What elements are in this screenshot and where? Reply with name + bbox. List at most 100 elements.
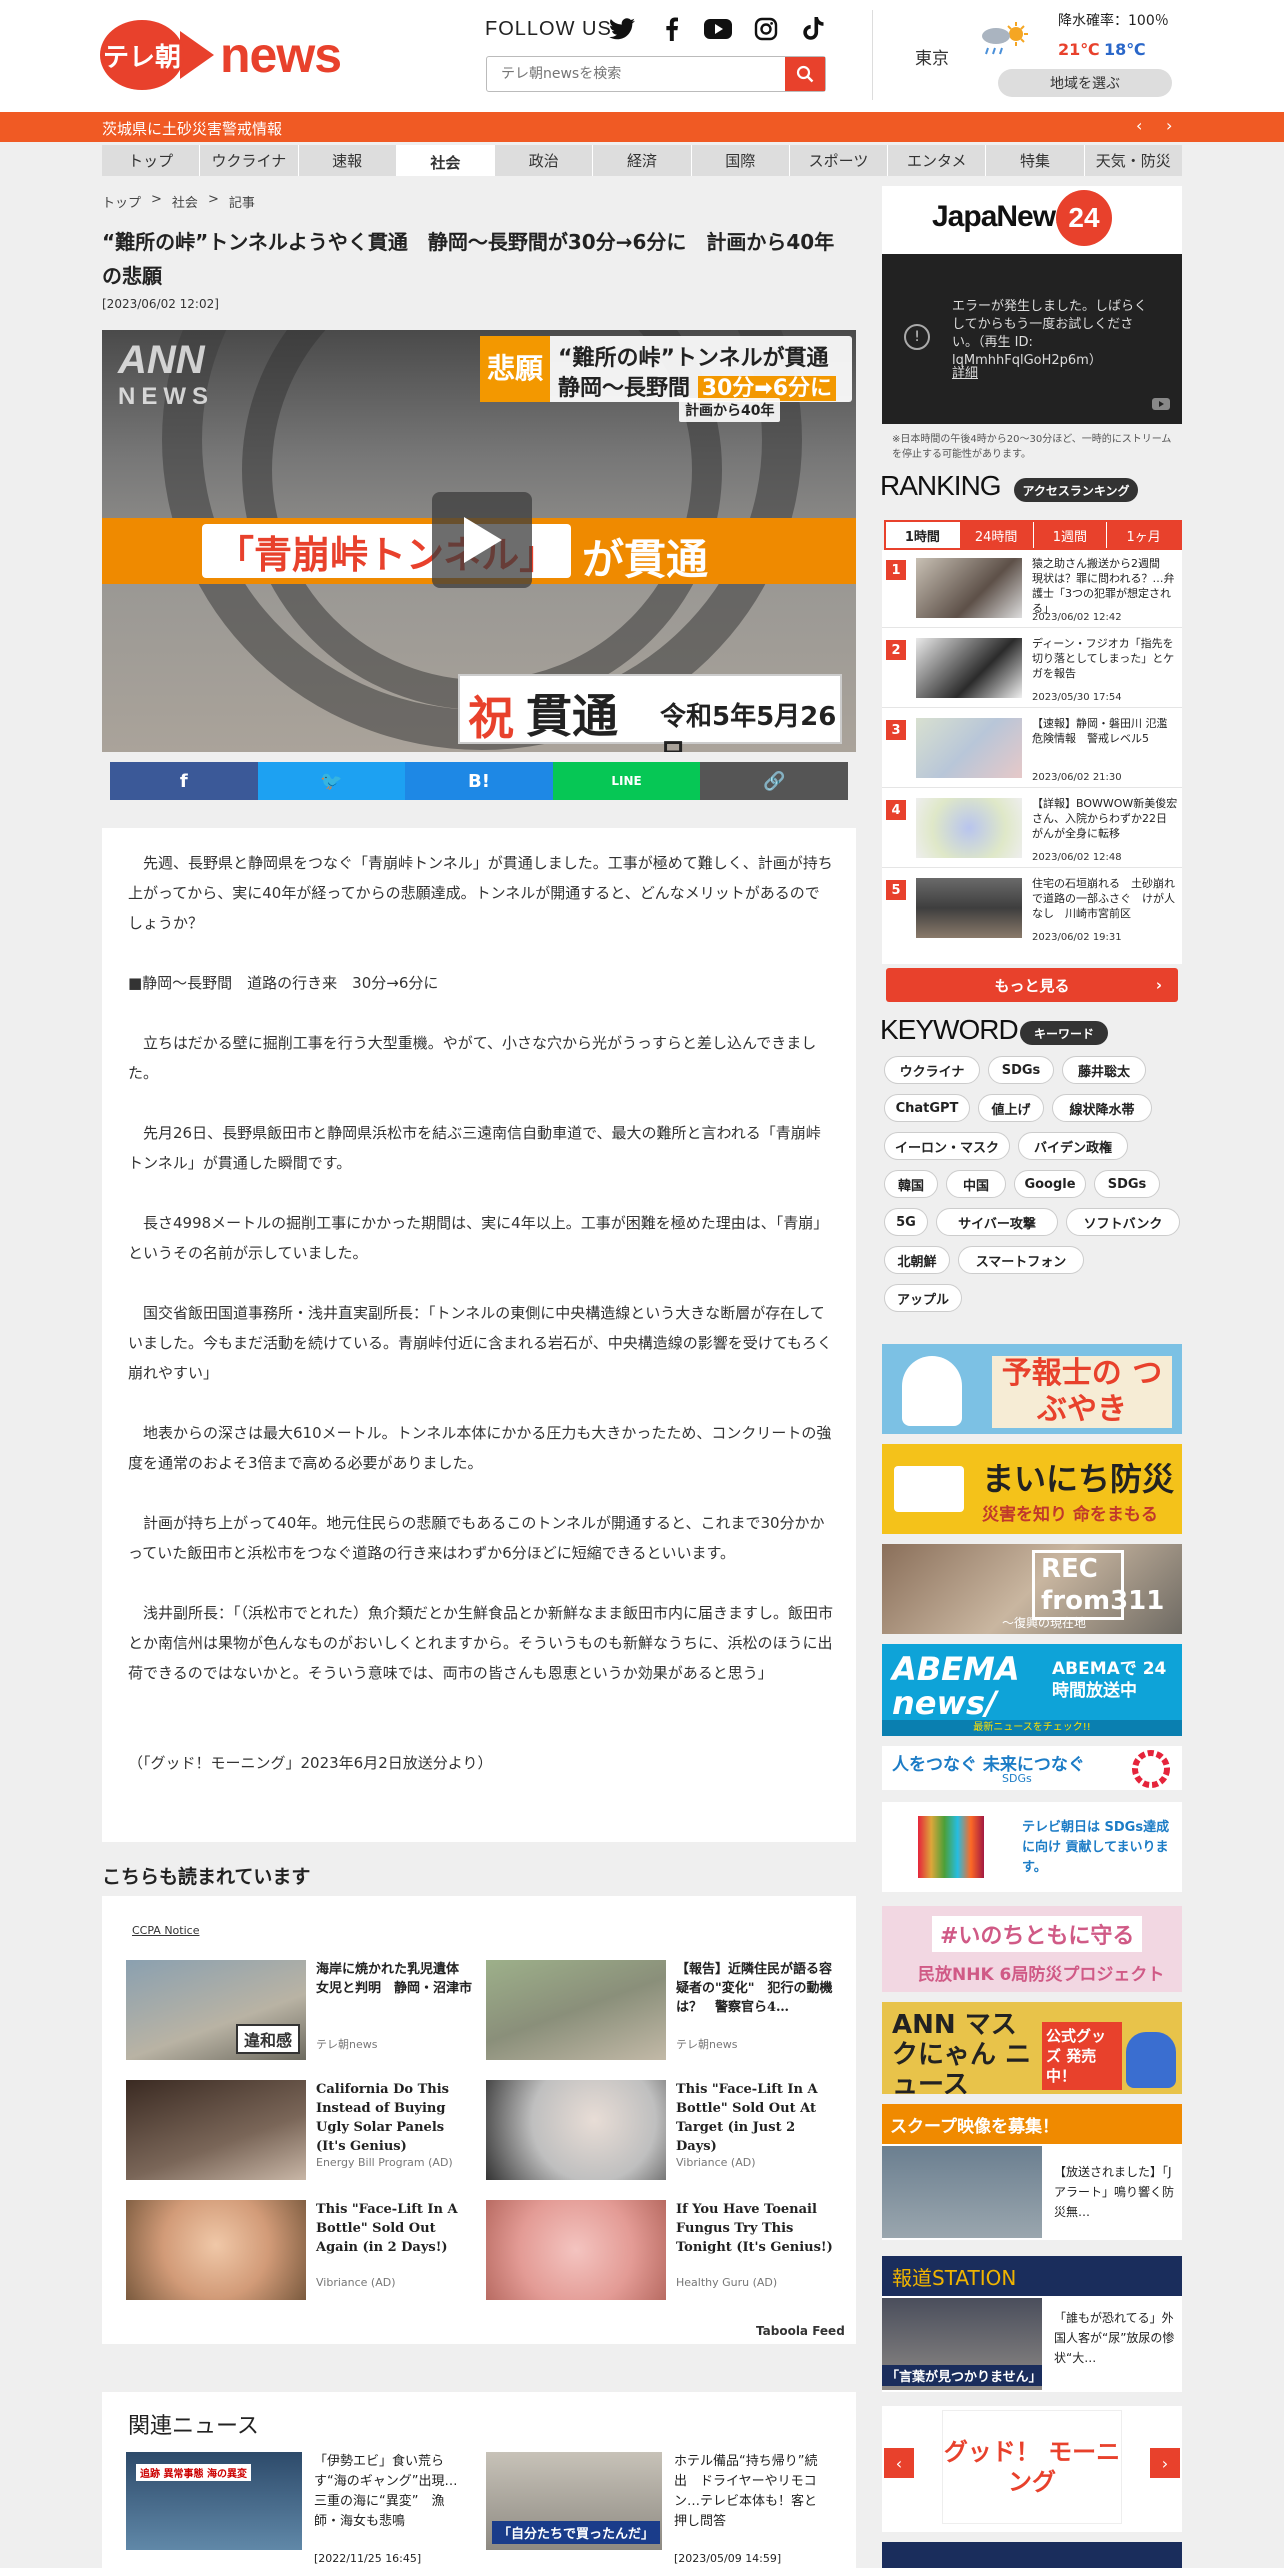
twitter-icon[interactable] (608, 16, 636, 42)
keyword-tag[interactable]: 値上げ (978, 1094, 1044, 1122)
taboola-feed-link[interactable]: Taboola Feed (756, 2324, 845, 2338)
error-detail-link[interactable]: 詳細 (952, 362, 978, 381)
chevron-right-icon: › (1155, 976, 1162, 994)
ranking-more-button[interactable]: もっと見る › (886, 968, 1178, 1002)
ranking-pill: アクセスランキング (1014, 478, 1138, 502)
nav-item-society[interactable]: 社会 (396, 145, 496, 176)
keyword-tag[interactable]: スマートフォン (958, 1246, 1084, 1274)
nav-item-features[interactable]: 特集 (986, 145, 1085, 176)
recommended-card[interactable]: 【報告】近隣住民が語る容疑者の"変化" 犯行の動機は？ 警察官ら4… テレ朝ne… (486, 1960, 833, 2060)
nav-item-international[interactable]: 国際 (692, 145, 790, 176)
nav-item-weather[interactable]: 天気・防災 (1085, 145, 1182, 176)
nav-item-top[interactable]: トップ (102, 145, 201, 176)
nav-item-sports[interactable]: スポーツ (790, 145, 889, 176)
mainichi-bosai-banner[interactable]: まいにち防災 災害を知り 命をまもる (882, 1444, 1182, 1534)
japanews24-banner[interactable]: JapaNews 24 (882, 186, 1182, 254)
ranking-item[interactable]: 3 【速報】静岡・磐田川 氾濫危険情報 警戒レベル5 2023/06/02 21:3… (882, 710, 1182, 788)
yohoshi-banner[interactable]: 予報士の つぶやき (882, 1344, 1182, 1434)
also-read-heading: こちらも読まれています (102, 1866, 311, 1888)
caption-sub: 計画から40年 (679, 398, 781, 422)
card-thumbnail (486, 2200, 666, 2300)
breadcrumb-society[interactable]: 社会 (172, 192, 198, 211)
alert-next-icon[interactable]: › (1166, 116, 1172, 135)
search-input[interactable] (487, 57, 783, 91)
card-title: This "Face-Lift In A Bottle" Sold Out Ag… (316, 2202, 458, 2255)
caption-band-rest: が貫通 (582, 535, 709, 584)
share-twitter-button[interactable]: 🐦 (257, 762, 406, 800)
nav-item-breaking[interactable]: 速報 (299, 145, 397, 176)
region-select-button[interactable]: 地域を選ぶ (998, 69, 1172, 97)
nav-item-economy[interactable]: 経済 (593, 145, 692, 176)
caption-line1: “難所の峠”トンネルが貫通 (558, 346, 829, 371)
ranking-item[interactable]: 1 猿之助さん搬送から2週間 現状は？罪に問われる？…弁護士「3つの犯罪が想定され… (882, 550, 1182, 628)
card-source: Vibriance (AD) (316, 2276, 396, 2289)
nav-item-ukraine[interactable]: ウクライナ (200, 145, 299, 176)
tab-1week[interactable]: 1週間 (1033, 522, 1108, 548)
carousel-prev-icon[interactable]: ‹ (884, 2448, 914, 2478)
ranking-item[interactable]: 4 【詳報】BOWWOW新美俊宏さん、入院からわずか22日 がんが全身に転移 202… (882, 790, 1182, 868)
share-facebook-button[interactable]: f (110, 762, 258, 800)
recommended-card[interactable]: This "Face-Lift In A Bottle" Sold Out Ag… (126, 2200, 466, 2300)
good-morning-carousel: グッド！ モーニング (882, 2406, 1182, 2532)
site-logo[interactable]: テレ朝 news (100, 20, 342, 90)
scoop-banner[interactable]: スクープ映像を募集！ 【放送されました】「Jアラート」鳴り響く防災無… (882, 2104, 1182, 2240)
sdgs-tvasahi-banner[interactable]: テレビ朝日は SDGs達成に向け 貢献してまいります。 (882, 1802, 1182, 1892)
alert-text[interactable]: 茨城県に土砂災害警戒情報 (102, 118, 282, 139)
keyword-tag[interactable]: 中国 (946, 1170, 1006, 1198)
youtube-icon[interactable] (704, 16, 732, 42)
facebook-icon[interactable] (658, 16, 686, 42)
ccpa-link[interactable]: CCPA Notice (132, 1924, 199, 1937)
also-read-panel: CCPA Notice 違和感 海岸に焼かれた乳児遺体 女児と判明 静岡・沼津市… (102, 1896, 856, 2344)
share-line-button[interactable]: LINE (552, 762, 701, 800)
good-morning-banner[interactable]: グッド！ モーニング (942, 2410, 1122, 2524)
keyword-tag[interactable]: SDGs (1094, 1170, 1160, 1198)
hodo-station-banner[interactable]: 報道STATION 「言葉が見つかりません」 「誰もが恐れてる」外国人客が“尿”… (882, 2256, 1182, 2392)
search-button[interactable] (785, 57, 825, 91)
breadcrumb-top[interactable]: トップ (102, 192, 141, 211)
share-hatena-button[interactable]: B! (405, 762, 553, 800)
play-button[interactable] (432, 492, 532, 588)
recommended-card[interactable]: California Do This Instead of Buying Ugl… (126, 2080, 466, 2180)
nav-item-entertainment[interactable]: エンタメ (888, 145, 987, 176)
keyword-tag[interactable]: 5G (884, 1208, 928, 1236)
ann-banner-partial[interactable] (882, 2542, 1182, 2568)
keyword-tag[interactable]: ChatGPT (884, 1094, 970, 1122)
recommended-card[interactable]: This "Face-Lift In A Bottle" Sold Out At… (486, 2080, 826, 2180)
video-player[interactable]: ANN NEWS 悲願 “難所の峠”トンネルが貫通 静岡〜長野間 30分➡6分に … (102, 330, 856, 752)
sdgs-tagline-banner[interactable]: 人をつなぐ 未来につなぐ SDGs (882, 1746, 1182, 1790)
tab-1month[interactable]: 1ヶ月 (1107, 522, 1180, 548)
rec-from311-banner[interactable]: REC from311 ～復興の現在地 (882, 1544, 1182, 1634)
ranking-item[interactable]: 5 住宅の石垣崩れる 土砂崩れで道路の一部ふさぐ けが人なし 川崎市宮前区 2023… (882, 870, 1182, 948)
keyword-tag[interactable]: バイデン政権 (1018, 1132, 1128, 1160)
share-link-button[interactable]: 🔗 (700, 762, 848, 800)
breadcrumb-sep: > (151, 192, 162, 207)
tiktok-icon[interactable] (800, 16, 828, 42)
alert-bar: 茨城県に土砂災害警戒情報 ‹ › (0, 112, 1284, 142)
abema-news-banner[interactable]: ABEMA news/ ABEMAで 24時間放送中 最新ニュースをチェック!! (882, 1644, 1182, 1736)
keyword-tag[interactable]: ソフトバンク (1066, 1208, 1180, 1236)
keyword-tag[interactable]: サイバー攻撃 (936, 1208, 1058, 1236)
keyword-tag[interactable]: ウクライナ (884, 1056, 980, 1084)
keyword-tag[interactable]: Google (1014, 1170, 1086, 1198)
keyword-tag[interactable]: アップル (884, 1284, 962, 1312)
carousel-next-icon[interactable]: › (1150, 2448, 1180, 2478)
nav-item-politics[interactable]: 政治 (495, 145, 594, 176)
keyword-tag[interactable]: SDGs (988, 1056, 1054, 1084)
mask-nyan-banner[interactable]: ANN マスクにゃん ニュース 公式グッズ 発売中！ (882, 2002, 1182, 2094)
instagram-icon[interactable] (752, 16, 780, 42)
alert-prev-icon[interactable]: ‹ (1136, 116, 1142, 135)
header-divider (872, 10, 873, 100)
keyword-tag[interactable]: イーロン・マスク (884, 1132, 1010, 1160)
ranking-item[interactable]: 2 ディーン・フジオカ「指先を切り落としてしまった」とケガを報告 2023/05/3… (882, 630, 1182, 708)
keyword-tag[interactable]: 藤井聡太 (1062, 1056, 1146, 1084)
keyword-tag[interactable]: 線状降水帯 (1052, 1094, 1152, 1122)
inochi-banner[interactable]: #いのちともに守る 民放NHK 6局防災プロジェクト (882, 1906, 1182, 1992)
recommended-card[interactable]: 違和感 海岸に焼かれた乳児遺体 女児と判明 静岡・沼津市 テレ朝news (126, 1960, 472, 2060)
recommended-card[interactable]: If You Have Toenail Fungus Try This Toni… (486, 2200, 833, 2300)
keyword-tag[interactable]: 北朝鮮 (884, 1246, 950, 1274)
tab-1hour[interactable]: 1時間 (886, 522, 960, 548)
card-thumbnail (486, 2080, 666, 2180)
breadcrumb: トップ > 社会 > 記事 (102, 192, 255, 211)
tab-24hours[interactable]: 24時間 (959, 522, 1034, 548)
keyword-tag[interactable]: 韓国 (884, 1170, 938, 1198)
